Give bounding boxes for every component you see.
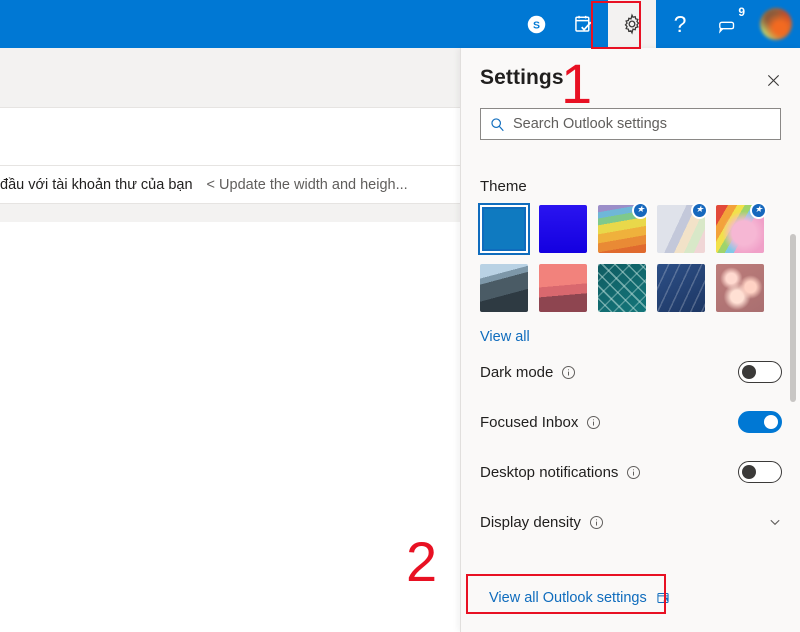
theme-swatch-unicorn[interactable] xyxy=(716,202,767,253)
theme-grid xyxy=(478,202,782,312)
premium-star-icon xyxy=(750,202,767,219)
premium-star-icon xyxy=(691,202,708,219)
search-input[interactable]: Search Outlook settings xyxy=(480,108,781,140)
info-icon[interactable] xyxy=(561,365,576,380)
search-placeholder: Search Outlook settings xyxy=(513,116,667,132)
settings-gear-icon[interactable] xyxy=(608,0,656,48)
svg-text:S: S xyxy=(532,19,539,31)
theme-swatch-blue-solid[interactable] xyxy=(478,203,530,255)
theme-swatch-palm-sunset[interactable] xyxy=(539,264,587,312)
toggle-focused-inbox[interactable] xyxy=(738,411,782,433)
setting-label-display-density: Display density xyxy=(480,513,581,531)
panel-scrollbar[interactable] xyxy=(790,234,796,402)
theme-view-all-link[interactable]: View all xyxy=(480,329,782,345)
background-message-row: đầu với tài khoản thư của bạn < Update t… xyxy=(0,166,460,204)
outlook-settings-screen: S ? 9 đầu với tài khoản thư của bạn < Up… xyxy=(0,0,800,632)
settings-panel-header: Settings xyxy=(461,48,800,108)
setting-row-display-density[interactable]: Display density xyxy=(480,499,782,545)
info-icon[interactable] xyxy=(586,415,601,430)
setting-row-dark-mode: Dark mode xyxy=(480,349,782,395)
theme-swatch-innovation[interactable] xyxy=(657,264,705,312)
theme-section-title: Theme xyxy=(480,178,527,195)
search-container: Search Outlook settings xyxy=(461,108,800,140)
theme-swatch-image xyxy=(716,264,764,312)
tasks-icon[interactable] xyxy=(560,0,608,48)
premium-star-icon xyxy=(632,202,649,219)
chevron-down-icon[interactable] xyxy=(768,515,782,529)
suite-bar: S ? 9 xyxy=(0,0,800,48)
view-all-outlook-settings-label: View all Outlook settings xyxy=(489,590,647,606)
view-all-outlook-settings-link[interactable]: View all Outlook settings xyxy=(480,585,679,611)
setting-row-desktop-notifications: Desktop notifications xyxy=(480,449,782,495)
setting-label-focused-inbox: Focused Inbox xyxy=(480,413,579,431)
help-glyph: ? xyxy=(673,10,687,37)
theme-swatch-mountain[interactable] xyxy=(480,264,528,312)
background-content-band xyxy=(0,108,460,166)
theme-swatch-image xyxy=(539,205,587,253)
background-text-secondary: < Update the width and heigh... xyxy=(206,176,408,193)
setting-label-dark-mode: Dark mode xyxy=(480,363,554,381)
background-divider-band xyxy=(0,204,460,222)
page-title: Settings xyxy=(480,66,564,89)
annotation-marker-2: 2 xyxy=(406,530,438,593)
theme-swatch-circuit[interactable] xyxy=(598,264,646,312)
avatar[interactable] xyxy=(752,0,800,48)
theme-swatch-image xyxy=(539,264,587,312)
theme-swatch-pastel-swirl[interactable] xyxy=(657,202,708,253)
annotation-marker-1: 1 xyxy=(561,52,593,115)
background-toolbar-band xyxy=(0,48,460,108)
open-in-new-window-icon xyxy=(657,592,669,604)
notification-badge: 9 xyxy=(738,5,745,19)
background-empty-area xyxy=(0,222,460,632)
theme-swatch-image xyxy=(480,264,528,312)
settings-panel-footer: View all Outlook settings xyxy=(461,580,800,632)
help-icon[interactable]: ? xyxy=(656,0,704,48)
info-icon[interactable] xyxy=(626,465,641,480)
settings-scroll-area: Theme ★ ★ ★ View all Dark mode Focused I… xyxy=(461,162,800,580)
feedback-icon[interactable]: 9 xyxy=(704,0,752,48)
theme-swatch-image xyxy=(598,264,646,312)
avatar-image xyxy=(760,8,792,40)
theme-swatch-image xyxy=(657,264,705,312)
info-icon[interactable] xyxy=(589,515,604,530)
setting-label-desktop-notifications: Desktop notifications xyxy=(480,463,619,481)
toggle-dark-mode[interactable] xyxy=(738,361,782,383)
theme-swatch-bright-blue[interactable] xyxy=(539,205,587,253)
close-icon[interactable] xyxy=(760,67,786,93)
skype-icon[interactable]: S xyxy=(512,0,560,48)
theme-swatch-image xyxy=(480,205,528,253)
theme-swatch-rainbow-stripes[interactable] xyxy=(598,202,649,253)
settings-panel: Settings Search Outlook settings Theme ★… xyxy=(460,48,800,632)
background-text-primary: đầu với tài khoản thư của bạn xyxy=(0,176,193,193)
search-icon xyxy=(491,117,504,131)
theme-swatch-bokeh-lights[interactable] xyxy=(716,264,764,312)
setting-row-focused-inbox: Focused Inbox xyxy=(480,399,782,445)
toggle-desktop-notifications[interactable] xyxy=(738,461,782,483)
